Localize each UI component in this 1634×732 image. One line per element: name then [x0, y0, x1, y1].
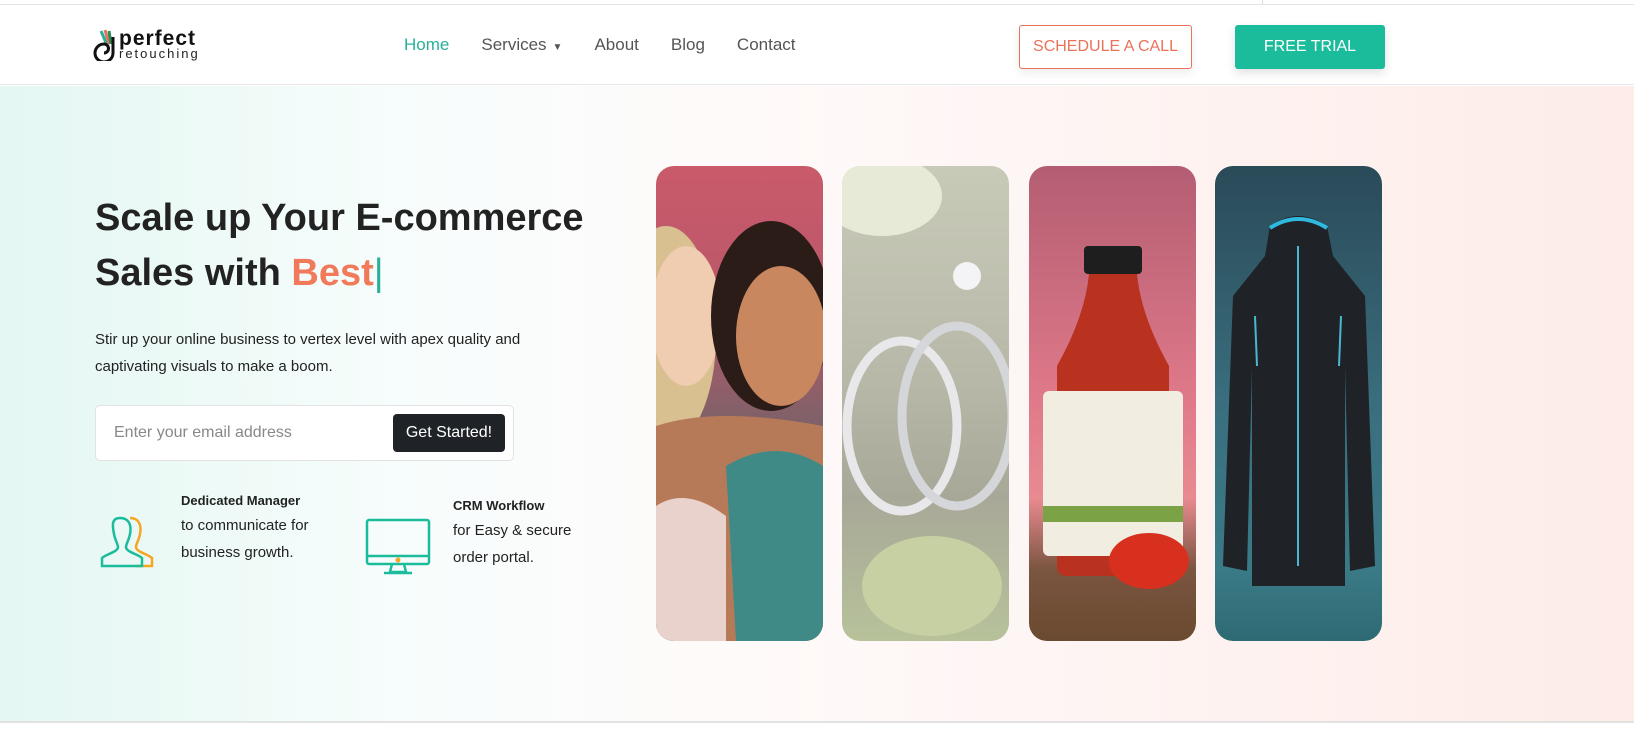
nav-about[interactable]: About — [594, 35, 638, 55]
users-icon — [100, 516, 154, 568]
nav-home[interactable]: Home — [404, 35, 449, 55]
logo-text-secondary: retouching — [119, 46, 200, 61]
typing-cursor: | — [373, 252, 384, 294]
hero-section: Scale up Your E-commerce Sales with Best|… — [0, 86, 1634, 721]
nav-blog[interactable]: Blog — [671, 35, 705, 55]
email-input[interactable] — [114, 418, 374, 448]
site-header: perfect retouching Home Services ▼ About … — [0, 5, 1634, 85]
feature-title: Dedicated Manager — [181, 493, 301, 508]
rings-photo — [842, 166, 1009, 641]
schedule-call-button[interactable]: SCHEDULE A CALL — [1019, 25, 1192, 69]
feature-dedicated-manager: Dedicated Manager to communicate for bus… — [181, 490, 331, 566]
feature-text: to communicate for business growth. — [181, 517, 309, 561]
section-divider — [0, 721, 1634, 723]
main-nav: Home Services ▼ About Blog Contact — [404, 35, 796, 55]
nav-services[interactable]: Services ▼ — [481, 35, 562, 55]
jacket-photo — [1215, 166, 1382, 641]
get-started-button[interactable]: Get Started! — [393, 414, 505, 452]
hero-subtitle: Stir up your online business to vertex l… — [95, 331, 521, 375]
sauce-bottle-photo — [1029, 166, 1196, 641]
monitor-icon — [365, 518, 431, 575]
logo[interactable]: perfect retouching — [93, 27, 200, 61]
free-trial-button[interactable]: FREE TRIAL — [1235, 25, 1385, 69]
feature-title: CRM Workflow — [453, 498, 545, 513]
hero-title-highlight: Best — [291, 252, 374, 294]
hero-title: Scale up Your E-commerce Sales with Best| — [95, 191, 615, 301]
hero-title-line1: Scale up Your E-commerce — [95, 197, 584, 239]
email-form: Get Started! — [95, 405, 514, 461]
nav-services-label: Services — [481, 35, 547, 54]
models-photo — [656, 166, 823, 641]
hero-title-line2: Sales with — [95, 252, 292, 294]
feature-text: for Easy & secure order portal. — [453, 522, 572, 566]
logo-mark-icon — [93, 29, 115, 61]
feature-crm-workflow: CRM Workflow for Easy & secure order por… — [453, 495, 593, 571]
chevron-down-icon: ▼ — [552, 42, 563, 53]
nav-contact[interactable]: Contact — [737, 35, 796, 55]
